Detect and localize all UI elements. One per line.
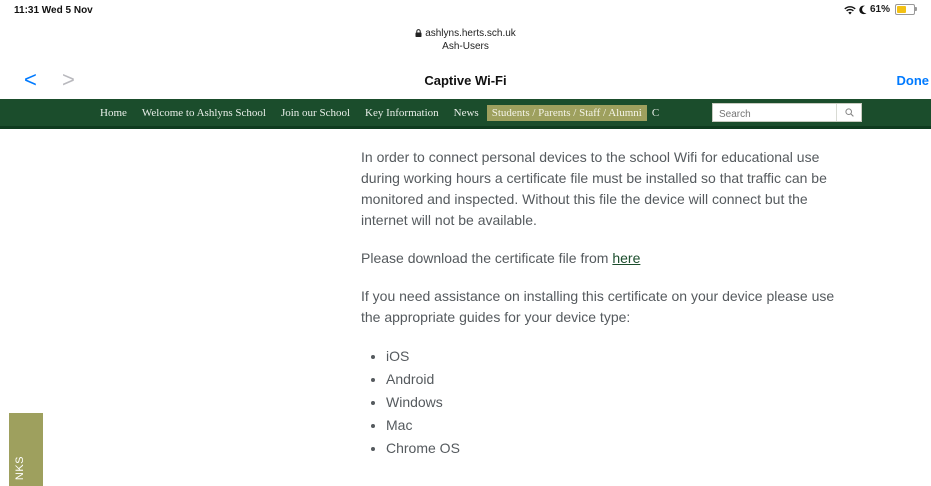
moon-icon — [859, 5, 867, 14]
search-button[interactable] — [836, 104, 861, 121]
side-tab-label: NKS — [14, 455, 26, 480]
done-button[interactable]: Done — [897, 73, 930, 88]
site-menu-bar: Home Welcome to Ashlyns School Join our … — [0, 99, 931, 129]
menu-item-welcome[interactable]: Welcome to Ashlyns School — [142, 107, 266, 119]
intro-paragraph: In order to connect personal devices to … — [361, 149, 827, 228]
search-box — [712, 103, 862, 122]
site-menu: Home Welcome to Ashlyns School Join our … — [100, 99, 659, 126]
download-paragraph: Please download the certificate file fro… — [361, 248, 841, 269]
url-area: ashlyns.herts.sch.uk Ash-Users — [0, 27, 931, 53]
guide-link-chrome-os[interactable]: Chrome OS — [386, 437, 841, 460]
main-content: In order to connect personal devices to … — [361, 147, 841, 460]
guide-link-mac[interactable]: Mac — [386, 414, 841, 437]
guide-link-windows[interactable]: Windows — [386, 391, 841, 414]
status-time: 11:31 Wed 5 Nov — [14, 5, 93, 16]
menu-item-key-information[interactable]: Key Information — [365, 107, 439, 119]
guide-link-android[interactable]: Android — [386, 368, 841, 391]
menu-item-home[interactable]: Home — [100, 107, 127, 119]
menu-item-news[interactable]: News — [454, 107, 479, 119]
certificate-download-link[interactable]: here — [612, 250, 640, 266]
url-text: ashlyns.herts.sch.uk — [425, 28, 516, 39]
search-icon — [844, 108, 854, 117]
menu-item-truncated[interactable]: C — [652, 107, 659, 119]
guide-link-ios[interactable]: iOS — [386, 345, 841, 368]
download-text: Please download the certificate file fro… — [361, 250, 613, 266]
battery-icon — [895, 4, 917, 15]
guide-list: iOS Android Windows Mac Chrome OS — [361, 345, 841, 460]
side-links-tab[interactable]: NKS — [9, 413, 43, 486]
url-subtitle: Ash-Users — [442, 41, 489, 52]
wifi-icon — [844, 5, 856, 14]
status-bar: 11:31 Wed 5 Nov 61% — [0, 0, 931, 20]
menu-item-students-parents-staff-alumni[interactable]: Students / Parents / Staff / Alumni — [486, 104, 647, 121]
assistance-paragraph: If you need assistance on installing thi… — [361, 288, 835, 325]
menu-item-join[interactable]: Join our School — [281, 107, 350, 119]
lock-icon — [415, 29, 422, 37]
battery-percent: 61% — [869, 4, 890, 15]
search-input[interactable] — [719, 107, 829, 122]
status-indicators: 61% — [844, 4, 917, 15]
page-title: Captive Wi-Fi — [424, 73, 507, 88]
navigation-bar: < > Captive Wi-Fi Done — [0, 68, 931, 94]
